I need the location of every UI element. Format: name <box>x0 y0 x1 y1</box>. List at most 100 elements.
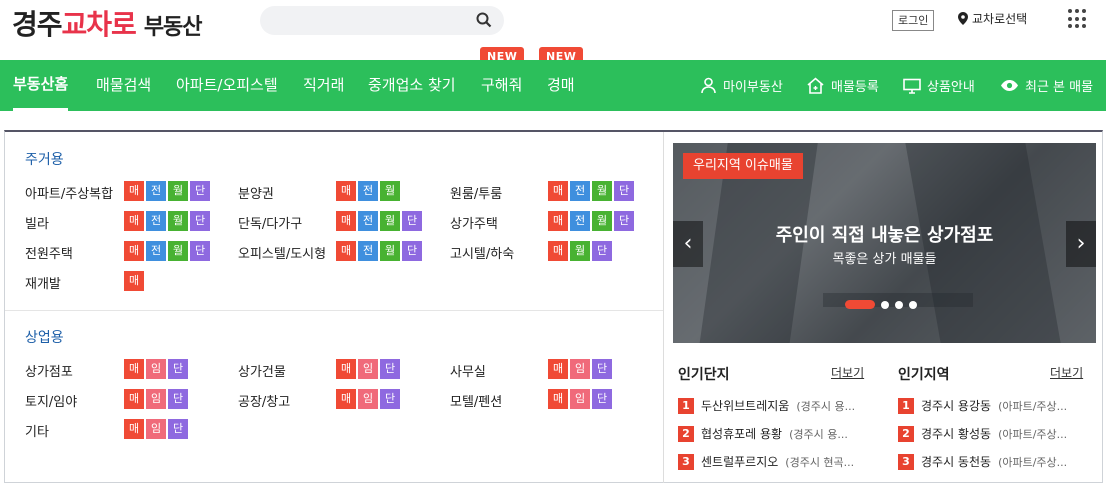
deal-type-chip[interactable]: 매 <box>336 389 356 409</box>
ranking-item[interactable]: 2 협성휴포레 용황 (경주시 용... <box>678 425 848 442</box>
deal-type-chip[interactable]: 월 <box>380 181 400 201</box>
promo-banner[interactable]: 우리지역 이슈매물 주인이 직접 내놓은 상가점포 목좋은 상가 매물들 ‹ › <box>673 143 1096 343</box>
nav-my-realestate[interactable]: 마이부동산 <box>700 60 783 111</box>
deal-type-chip[interactable]: 월 <box>592 211 612 231</box>
deal-type-chip[interactable]: 매 <box>124 271 144 291</box>
deal-type-chip[interactable]: 임 <box>146 389 166 409</box>
category-label[interactable]: 공장/창고 <box>238 391 290 410</box>
deal-type-chip[interactable]: 임 <box>358 359 378 379</box>
ranking-item[interactable]: 1 경주시 용강동 (아파트/주상... <box>898 397 1067 414</box>
deal-type-chip[interactable]: 단 <box>380 389 400 409</box>
banner-dot[interactable] <box>881 300 889 309</box>
deal-type-chip[interactable]: 단 <box>168 359 188 379</box>
category-label[interactable]: 분양권 <box>238 183 274 202</box>
nav-recently-viewed[interactable]: 최근 본 매물 <box>1000 60 1093 111</box>
nav-apartment-officetel[interactable]: 아파트/오피스텔 <box>176 60 278 111</box>
deal-type-chip[interactable]: 전 <box>570 211 590 231</box>
deal-type-chip[interactable]: 월 <box>570 241 590 261</box>
deal-type-chip[interactable]: 매 <box>548 389 568 409</box>
deal-type-chip[interactable]: 매 <box>336 181 356 201</box>
category-label[interactable]: 토지/임야 <box>25 391 77 410</box>
category-label[interactable]: 상가건물 <box>238 361 286 380</box>
deal-type-chip[interactable]: 단 <box>592 359 612 379</box>
banner-dot[interactable] <box>895 300 903 309</box>
category-label[interactable]: 단독/다가구 <box>238 213 302 232</box>
category-label[interactable]: 상가주택 <box>450 213 498 232</box>
deal-type-chip[interactable]: 매 <box>124 419 144 439</box>
deal-type-chip[interactable]: 단 <box>168 389 188 409</box>
deal-type-chip[interactable]: 월 <box>168 241 188 261</box>
deal-type-chip[interactable]: 단 <box>592 241 612 261</box>
category-label[interactable]: 모텔/펜션 <box>450 391 502 410</box>
deal-type-chip[interactable]: 매 <box>548 181 568 201</box>
deal-type-chip[interactable]: 매 <box>124 359 144 379</box>
ranking-item[interactable]: 2 경주시 황성동 (아파트/주상... <box>898 425 1067 442</box>
deal-type-chip[interactable]: 단 <box>380 359 400 379</box>
category-label[interactable]: 빌라 <box>25 213 49 232</box>
nav-find-agency[interactable]: 중개업소 찾기 <box>368 60 456 111</box>
nav-request[interactable]: 구해줘 <box>481 60 522 111</box>
deal-type-chip[interactable]: 전 <box>146 211 166 231</box>
deal-type-chip[interactable]: 단 <box>190 211 210 231</box>
category-label[interactable]: 재개발 <box>25 273 61 292</box>
deal-type-chip[interactable]: 월 <box>380 241 400 261</box>
login-button[interactable]: 로그인 <box>892 10 935 31</box>
deal-type-chip[interactable]: 단 <box>190 241 210 261</box>
deal-type-chip[interactable]: 전 <box>358 241 378 261</box>
nav-listing-search[interactable]: 매물검색 <box>96 60 151 111</box>
deal-type-chip[interactable]: 매 <box>548 211 568 231</box>
category-label[interactable]: 상가점포 <box>25 361 73 380</box>
deal-type-chip[interactable]: 월 <box>168 211 188 231</box>
deal-type-chip[interactable]: 단 <box>402 211 422 231</box>
popular-complex-more-link[interactable]: 더보기 <box>831 364 864 381</box>
deal-type-chip[interactable]: 임 <box>146 359 166 379</box>
deal-type-chip[interactable]: 단 <box>168 419 188 439</box>
deal-type-chip[interactable]: 매 <box>124 181 144 201</box>
ranking-item[interactable]: 1 두산위브트레지움 (경주시 용... <box>678 397 855 414</box>
deal-type-chip[interactable]: 전 <box>570 181 590 201</box>
search-input[interactable] <box>260 6 504 35</box>
popular-region-more-link[interactable]: 더보기 <box>1050 364 1083 381</box>
banner-dot[interactable] <box>909 300 917 309</box>
deal-type-chip[interactable]: 매 <box>124 389 144 409</box>
deal-type-chip[interactable]: 임 <box>570 389 590 409</box>
deal-type-chip[interactable]: 월 <box>380 211 400 231</box>
deal-type-chip[interactable]: 월 <box>592 181 612 201</box>
deal-type-chip[interactable]: 단 <box>614 211 634 231</box>
category-label[interactable]: 사무실 <box>450 361 486 380</box>
deal-type-chip[interactable]: 전 <box>146 241 166 261</box>
nav-direct-deal[interactable]: 직거래 <box>303 60 344 111</box>
category-label[interactable]: 원룸/투룸 <box>450 183 502 202</box>
deal-type-chip[interactable]: 단 <box>402 241 422 261</box>
deal-type-chip[interactable]: 전 <box>358 181 378 201</box>
nav-home[interactable]: 부동산홈 <box>13 60 69 111</box>
app-grid-icon[interactable] <box>1068 9 1086 29</box>
deal-type-chip[interactable]: 임 <box>358 389 378 409</box>
ranking-item[interactable]: 3 경주시 동천동 (아파트/주상... <box>898 453 1067 470</box>
banner-next-button[interactable]: › <box>1066 221 1096 267</box>
ranking-item[interactable]: 3 센트럴푸르지오 (경주시 현곡... <box>678 453 854 470</box>
deal-type-chip[interactable]: 임 <box>570 359 590 379</box>
category-label[interactable]: 오피스텔/도시형 <box>238 243 326 262</box>
search-icon[interactable] <box>476 12 492 28</box>
deal-type-chip[interactable]: 월 <box>168 181 188 201</box>
deal-type-chip[interactable]: 매 <box>336 241 356 261</box>
nav-product-info[interactable]: 상품안내 <box>903 60 975 111</box>
deal-type-chip[interactable]: 임 <box>146 419 166 439</box>
deal-type-chip[interactable]: 단 <box>190 181 210 201</box>
category-label[interactable]: 전원주택 <box>25 243 73 262</box>
banner-dot-active[interactable] <box>845 300 875 309</box>
deal-type-chip[interactable]: 단 <box>614 181 634 201</box>
deal-type-chip[interactable]: 매 <box>336 211 356 231</box>
deal-type-chip[interactable]: 매 <box>548 241 568 261</box>
site-logo[interactable]: 경주교차로 부동산 <box>12 3 203 43</box>
nav-register-listing[interactable]: 매물등록 <box>806 60 879 111</box>
category-label[interactable]: 아파트/주상복합 <box>25 183 113 202</box>
deal-type-chip[interactable]: 전 <box>146 181 166 201</box>
category-label[interactable]: 기타 <box>25 421 49 440</box>
nav-auction[interactable]: 경매 <box>547 60 575 111</box>
region-select-button[interactable]: 교차로선택 <box>958 10 1027 27</box>
deal-type-chip[interactable]: 매 <box>124 211 144 231</box>
deal-type-chip[interactable]: 전 <box>358 211 378 231</box>
banner-prev-button[interactable]: ‹ <box>673 221 703 267</box>
